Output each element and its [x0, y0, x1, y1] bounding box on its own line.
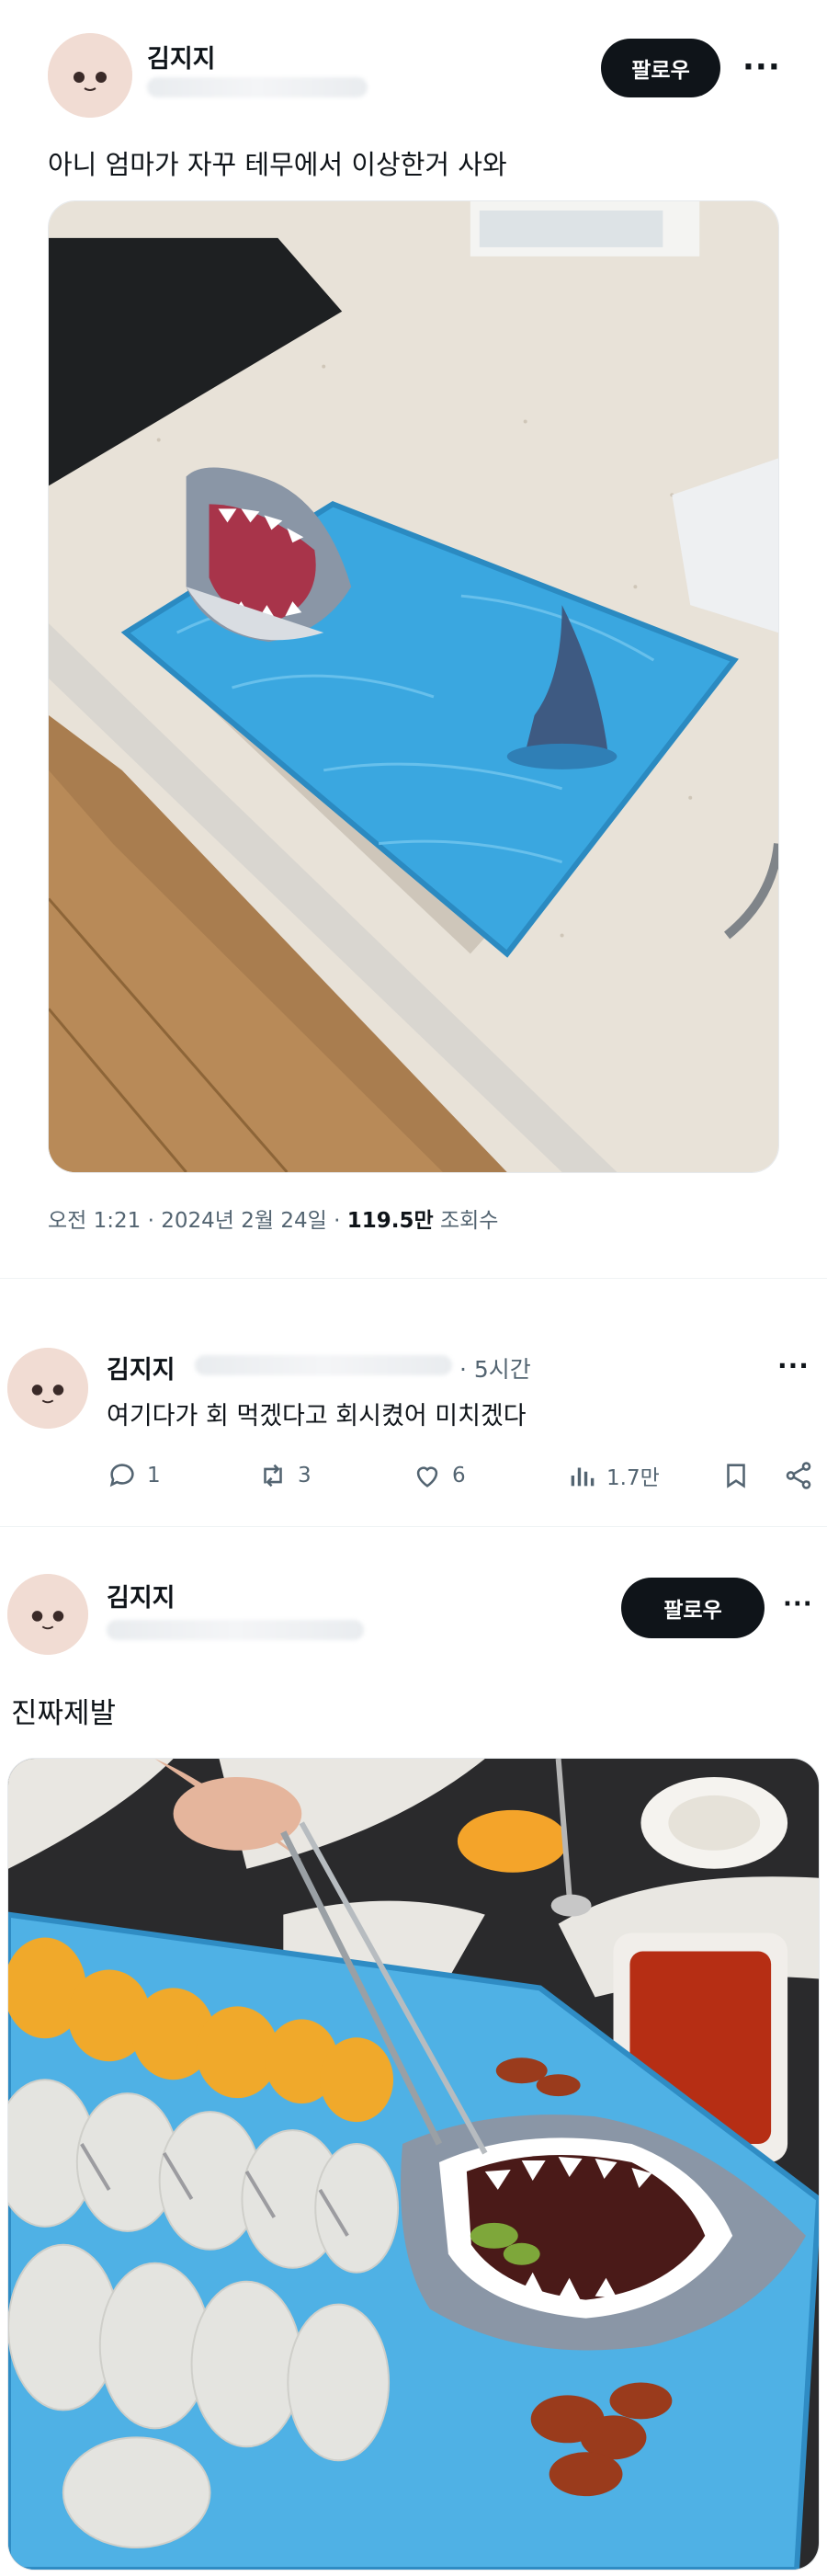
- views-count: 119.5만: [346, 1209, 434, 1233]
- more-options-icon[interactable]: ···: [783, 1592, 813, 1616]
- like-action[interactable]: 6: [412, 1460, 466, 1491]
- follow-button[interactable]: 팔로우: [601, 39, 720, 97]
- reply-action[interactable]: 1: [107, 1460, 161, 1491]
- share-icon: [786, 1462, 811, 1489]
- views-count: 1.7만: [606, 1466, 660, 1490]
- author-name[interactable]: 김지지: [107, 1578, 176, 1613]
- follow-button[interactable]: 팔로우: [621, 1578, 765, 1638]
- like-icon: [416, 1466, 438, 1487]
- meta-separator: ·: [459, 1356, 467, 1383]
- more-options-icon[interactable]: ···: [777, 1353, 810, 1379]
- like-count: 6: [452, 1464, 466, 1487]
- post-image-shark-tray[interactable]: [48, 200, 779, 1173]
- post-text: 아니 엄마가 자꾸 테무에서 이상한거 사와: [48, 149, 507, 180]
- bookmark-icon: [727, 1464, 745, 1488]
- post-text: 진짜제발: [11, 1697, 117, 1730]
- avatar[interactable]: [7, 1348, 88, 1429]
- reply-time: · 5시간: [459, 1351, 531, 1385]
- views-label: 조회수: [439, 1209, 499, 1233]
- reply-text: 여기다가 회 먹겠다고 회시켰어 미치겠다: [107, 1402, 527, 1430]
- post-image-sashimi-shark-tray[interactable]: [7, 1758, 820, 2570]
- views-icon: [571, 1467, 595, 1487]
- repost-action[interactable]: 3: [257, 1460, 312, 1491]
- post-meta: 오전 1:21 · 2024년 2월 24일 · 119.5만 조회수: [48, 1203, 498, 1234]
- author-handle[interactable]: [107, 1620, 364, 1640]
- author-name[interactable]: 김지지: [147, 39, 216, 74]
- bookmark-action[interactable]: [720, 1460, 752, 1491]
- repost-icon: [264, 1464, 282, 1487]
- meta-separator: ·: [147, 1209, 154, 1233]
- repost-count: 3: [298, 1464, 312, 1487]
- author-name[interactable]: 김지지: [107, 1350, 176, 1385]
- meta-separator: ·: [334, 1209, 341, 1233]
- post-time[interactable]: 오전 1:21: [48, 1209, 141, 1233]
- post-date[interactable]: 2024년 2월 24일: [161, 1209, 327, 1233]
- reply-icon: [109, 1464, 134, 1487]
- reply-count: 1: [147, 1464, 161, 1487]
- divider: [0, 1278, 827, 1279]
- author-handle[interactable]: [147, 77, 368, 97]
- avatar[interactable]: [7, 1574, 88, 1655]
- reply-timestamp[interactable]: 5시간: [474, 1356, 531, 1383]
- author-handle[interactable]: [195, 1355, 452, 1375]
- more-options-icon[interactable]: ···: [742, 51, 781, 83]
- divider: [0, 1526, 827, 1527]
- views-action[interactable]: 1.7만: [566, 1460, 660, 1491]
- share-action[interactable]: [783, 1460, 814, 1491]
- avatar[interactable]: [48, 33, 132, 118]
